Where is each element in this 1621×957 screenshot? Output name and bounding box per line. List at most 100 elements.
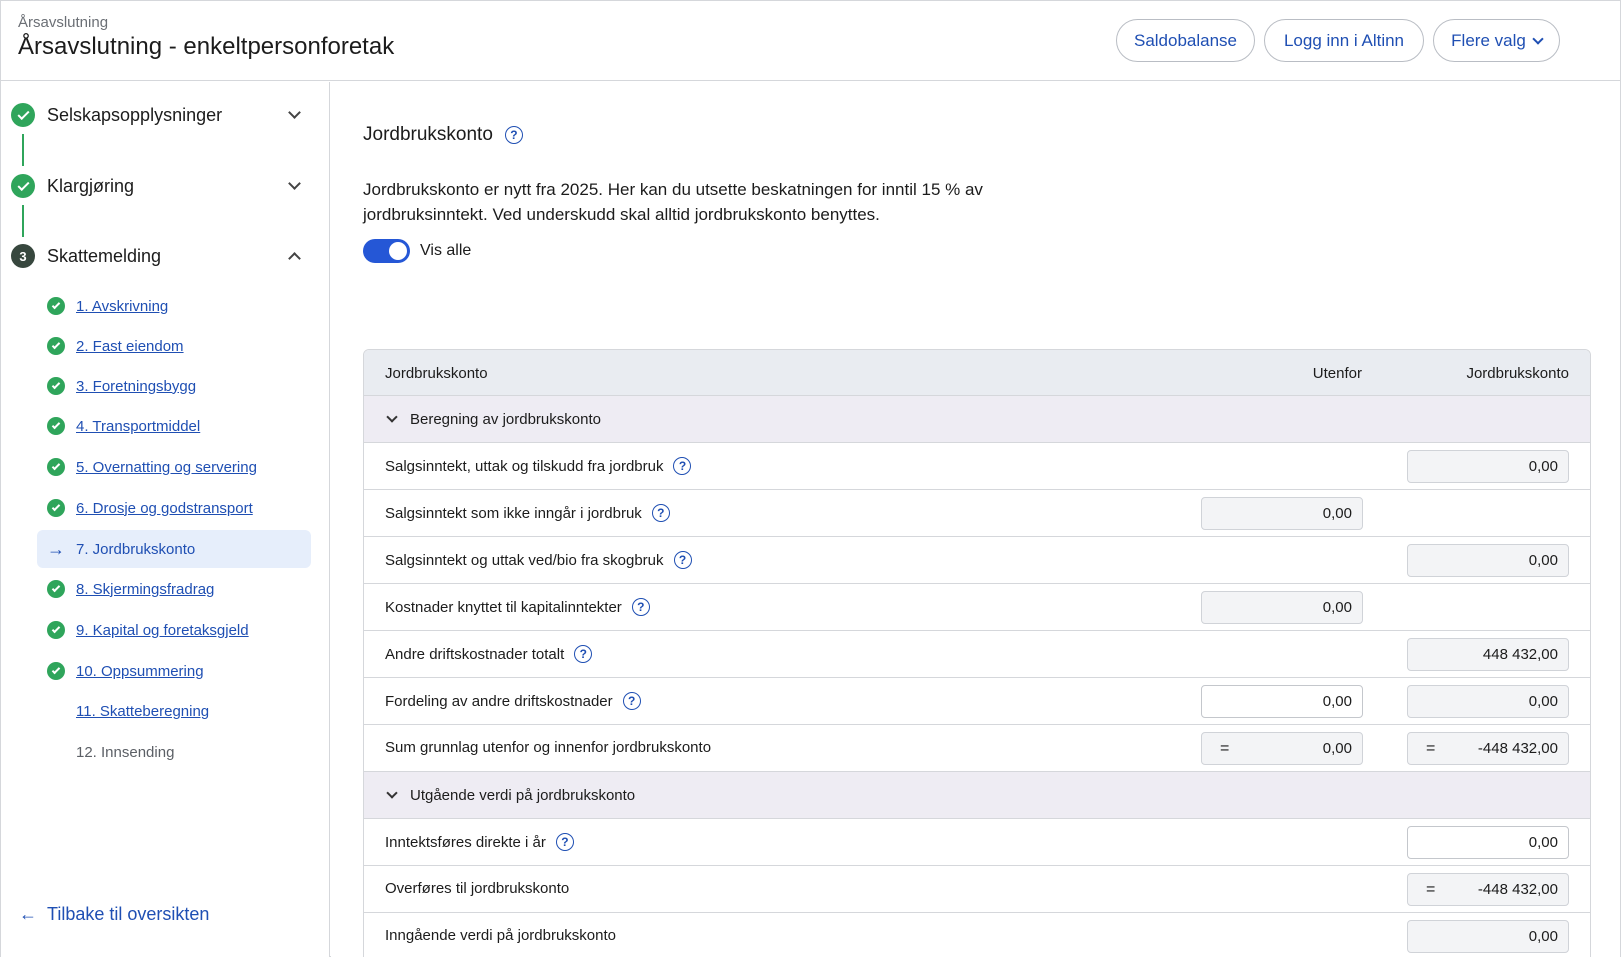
chevron-up-icon[interactable] (288, 251, 301, 265)
substep-link[interactable]: 1. Avskrivning (76, 298, 168, 315)
substep-fast-eiendom[interactable]: 2. Fast eiendom (37, 327, 311, 365)
table-row: Salgsinntekt og uttak ved/bio fra skogbr… (364, 537, 1590, 584)
substep-link[interactable]: 9. Kapital og foretaksgjeld (76, 622, 249, 639)
step-skattemelding[interactable]: 3 Skattemelding (11, 238, 311, 274)
jordbrukskonto-value: 0,00 (1407, 685, 1569, 718)
row-label: Inntektsføres direkte i år? (385, 833, 574, 851)
row-label-text: Salgsinntekt som ikke inngår i jordbruk (385, 504, 642, 522)
substep-link[interactable]: 7. Jordbrukskonto (76, 541, 195, 558)
utenfor-value: 0,00 (1201, 497, 1363, 530)
row-label-text: Andre driftskostnader totalt (385, 645, 565, 663)
step-number-badge: 3 (11, 244, 35, 268)
help-icon[interactable]: ? (504, 126, 523, 144)
substep-avskrivning[interactable]: 1. Avskrivning (37, 287, 311, 325)
row-label: Andre driftskostnader totalt? (385, 645, 593, 663)
step-label: Skattemelding (47, 245, 162, 266)
row-label-text: Sum grunnlag utenfor og innenfor jordbru… (385, 739, 712, 756)
substep-link[interactable]: 11. Skatteberegning (76, 703, 209, 720)
group-label: Beregning av jordbrukskonto (410, 410, 601, 428)
substep-drosje[interactable]: 6. Drosje og godstransport (37, 489, 311, 527)
check-circle-icon (47, 458, 65, 476)
help-icon[interactable]: ? (651, 504, 670, 522)
substep-link[interactable]: 8. Skjermingsfradrag (76, 581, 214, 598)
jordbrukskonto-table: Jordbrukskonto Utenfor Jordbrukskonto Be… (363, 349, 1591, 957)
step-klargjoring[interactable]: Klargjøring (11, 168, 311, 204)
utenfor-input[interactable]: 0,00 (1201, 685, 1363, 718)
table-row: Salgsinntekt som ikke inngår i jordbruk?… (364, 490, 1590, 537)
column-header: Utenfor (1312, 365, 1362, 382)
substep-foretningsbygg[interactable]: 3. Foretningsbygg (37, 367, 311, 405)
section-title-text: Jordbrukskonto (363, 124, 493, 145)
vis-alle-toggle[interactable] (363, 239, 410, 263)
vis-alle-toggle-row: Vis alle (363, 239, 471, 263)
substep-link[interactable]: 4. Transportmiddel (76, 418, 200, 435)
row-label: Kostnader knyttet til kapitalinntekter? (385, 598, 650, 616)
chevron-down-icon (386, 786, 398, 799)
substep-link[interactable]: 5. Overnatting og servering (76, 459, 257, 476)
check-circle-icon (47, 580, 65, 598)
chevron-down-icon[interactable] (288, 177, 301, 190)
table-row: Kostnader knyttet til kapitalinntekter? … (364, 584, 1590, 631)
table-row: Inngående verdi på jordbrukskonto 0,00 (364, 913, 1590, 957)
column-header: Jordbrukskonto (1466, 365, 1569, 382)
row-label: Sum grunnlag utenfor og innenfor jordbru… (385, 739, 711, 756)
row-label-text: Inntektsføres direkte i år (385, 833, 546, 851)
substep-transportmiddel[interactable]: 4. Transportmiddel (37, 407, 311, 445)
sum-value: -448 432,00 (1477, 881, 1558, 898)
check-circle-icon (47, 297, 65, 315)
step-label: Klargjøring (47, 175, 135, 196)
check-circle-icon (47, 662, 65, 680)
help-icon[interactable]: ? (673, 457, 692, 475)
substep-skatteberegning[interactable]: 11. Skatteberegning (37, 692, 311, 730)
step-connector-line (22, 205, 24, 237)
saldobalanse-label: Saldobalanse (1133, 30, 1238, 50)
back-to-overview-link[interactable]: ← Tilbake til oversikten (19, 904, 209, 925)
substep-link[interactable]: 6. Drosje og godstransport (76, 500, 253, 517)
substep-oppsummering[interactable]: 10. Oppsummering (37, 652, 311, 690)
step-connector-line (22, 134, 24, 166)
breadcrumb[interactable]: Årsavslutning (18, 14, 108, 31)
table-row: Salgsinntekt, uttak og tilskudd fra jord… (364, 443, 1590, 490)
table-row: Andre driftskostnader totalt? 448 432,00 (364, 631, 1590, 678)
page-title: Årsavslutning - enkeltpersonforetak (18, 33, 395, 60)
row-label-text: Kostnader knyttet til kapitalinntekter (385, 598, 622, 616)
substep-link[interactable]: 3. Foretningsbygg (76, 378, 196, 395)
jordbrukskonto-value: 0,00 (1407, 920, 1569, 953)
help-icon[interactable]: ? (622, 692, 641, 710)
substep-overnatting[interactable]: 5. Overnatting og servering (37, 448, 311, 486)
altinn-login-label: Logg inn i Altinn (1283, 30, 1405, 50)
substep-skjermingsfradrag[interactable]: 8. Skjermingsfradrag (37, 570, 311, 608)
help-icon[interactable]: ? (574, 645, 593, 663)
check-circle-icon (47, 621, 65, 639)
sidebar: Selskapsopplysninger Klargjøring 3 Skatt… (1, 82, 330, 957)
help-icon[interactable]: ? (673, 551, 692, 569)
arrow-right-icon: → (47, 539, 65, 559)
table-row: Inntektsføres direkte i år? 0,00 (364, 819, 1590, 866)
substep-innsending: 12. Innsending (37, 733, 311, 771)
more-options-button[interactable]: Flere valg (1433, 19, 1560, 62)
chevron-down-icon[interactable] (288, 106, 301, 119)
substep-jordbrukskonto[interactable]: → 7. Jordbrukskonto (37, 530, 311, 568)
substep-link[interactable]: 2. Fast eiendom (76, 338, 184, 355)
jordbrukskonto-value: 0,00 (1407, 544, 1569, 577)
check-circle-icon (47, 377, 65, 395)
step-selskapsopplysninger[interactable]: Selskapsopplysninger (11, 97, 311, 133)
help-icon[interactable]: ? (631, 598, 650, 616)
utenfor-sum-value: = 0,00 (1201, 732, 1363, 765)
substep-link[interactable]: 10. Oppsummering (76, 663, 204, 680)
saldobalanse-button[interactable]: Saldobalanse (1116, 19, 1255, 62)
row-label-text: Salgsinntekt og uttak ved/bio fra skogbr… (385, 551, 664, 569)
jordbrukskonto-input[interactable]: 0,00 (1407, 826, 1569, 859)
group-header-beregning[interactable]: Beregning av jordbrukskonto (364, 396, 1590, 443)
table-header: Jordbrukskonto Utenfor Jordbrukskonto (364, 350, 1590, 396)
altinn-login-button[interactable]: Logg inn i Altinn (1264, 19, 1424, 62)
group-header-utgaende[interactable]: Utgående verdi på jordbrukskonto (364, 772, 1590, 819)
help-icon[interactable]: ? (555, 833, 574, 851)
substep-kapital[interactable]: 9. Kapital og foretaksgjeld (37, 611, 311, 649)
row-label: Salgsinntekt, uttak og tilskudd fra jord… (385, 457, 692, 475)
sum-value: 0,00 (1322, 740, 1352, 757)
table-row: Fordeling av andre driftskostnader? 0,00… (364, 678, 1590, 725)
column-header: Jordbrukskonto (385, 365, 488, 382)
app-window: Årsavslutning Årsavslutning - enkeltpers… (0, 0, 1621, 957)
page-header: Årsavslutning Årsavslutning - enkeltpers… (1, 1, 1620, 81)
